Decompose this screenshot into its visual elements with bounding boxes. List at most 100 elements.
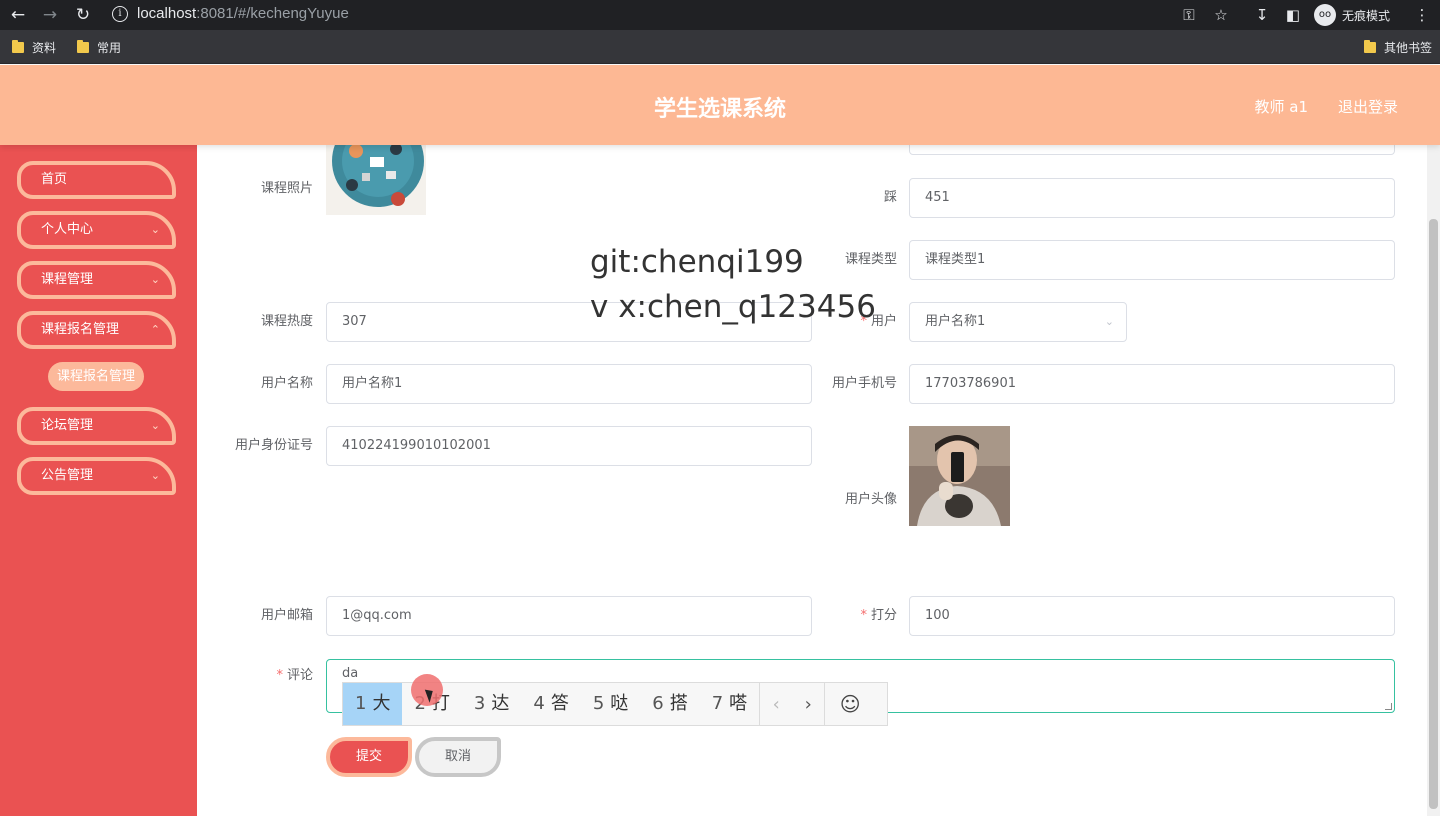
bookmarks-bar: 资料 常用 其他书签 xyxy=(0,30,1440,64)
sidebar-item-label: 论坛管理 xyxy=(41,418,94,433)
sidebar-item-label: 公告管理 xyxy=(41,468,94,483)
sidebar-item-label: 课程管理 xyxy=(41,272,94,287)
user-select[interactable]: 用户名称1 ⌄ xyxy=(909,302,1127,342)
key-icon[interactable]: ⚿ xyxy=(1178,4,1200,26)
bookmark-label: 常用 xyxy=(97,40,122,55)
course-type-input[interactable]: 课程类型1 xyxy=(909,240,1395,280)
cancel-button[interactable]: 取消 xyxy=(415,737,501,777)
score-label-text: 打分 xyxy=(870,608,897,623)
ime-candidate[interactable]: 6搭 xyxy=(640,683,699,725)
ime-candidate[interactable]: 3达 xyxy=(462,683,521,725)
chevron-down-icon: ⌄ xyxy=(1104,315,1114,328)
username-label: 用户名称 xyxy=(260,376,313,391)
incognito-icon: oo xyxy=(1314,4,1336,26)
menu-dots-icon[interactable]: ⋮ xyxy=(1411,4,1433,26)
reload-icon[interactable]: ↻ xyxy=(72,4,94,26)
other-bookmarks-label: 其他书签 xyxy=(1384,40,1433,55)
course-photo-label: 课程照片 xyxy=(260,181,313,196)
user-select-value: 用户名称1 xyxy=(925,314,986,329)
ime-candidate-number: 6 xyxy=(652,693,664,714)
ime-prev-page-icon[interactable]: ‹ xyxy=(760,694,792,715)
sidepanel-icon[interactable]: ◧ xyxy=(1282,4,1304,26)
watermark-line-2: v x:chen_q123456 xyxy=(590,289,876,325)
required-asterisk: * xyxy=(276,668,283,683)
folder-icon xyxy=(12,39,24,53)
other-bookmarks[interactable]: 其他书签 xyxy=(1364,38,1432,56)
folder-icon xyxy=(1364,39,1376,53)
sidebar-item-label: 首页 xyxy=(41,172,68,187)
ime-emoji-icon[interactable]: ☺ xyxy=(825,692,875,716)
comment-label: * 评论 xyxy=(213,666,313,686)
ime-candidate-number: 3 xyxy=(473,693,486,714)
ime-candidate[interactable]: 4答 xyxy=(521,683,580,725)
ime-candidate-text: 嗒 xyxy=(729,693,748,714)
url-host: localhost xyxy=(137,5,197,22)
email-input[interactable]: 1@qq.com xyxy=(326,596,812,636)
bookmark-label: 资料 xyxy=(32,40,57,55)
resize-grip[interactable] xyxy=(1385,703,1392,710)
cai-label: 踩 xyxy=(883,190,897,205)
bookmark-folder[interactable]: 常用 xyxy=(77,38,121,56)
cai-input[interactable]: 451 xyxy=(909,178,1395,218)
avatar-label: 用户头像 xyxy=(844,492,897,507)
logout-link[interactable]: 退出登录 xyxy=(1338,96,1398,117)
course-type-label: 课程类型 xyxy=(844,252,897,267)
scrollbar-thumb[interactable] xyxy=(1429,219,1438,809)
idcard-label: 用户身份证号 xyxy=(234,438,313,453)
phone-label: 用户手机号 xyxy=(831,376,897,391)
sidebar-item-personal-center[interactable]: 个人中心 ⌄ xyxy=(17,211,176,249)
chevron-down-icon: ⌄ xyxy=(150,223,160,236)
sidebar-item-home[interactable]: 首页 xyxy=(17,161,176,199)
course-photo[interactable] xyxy=(326,145,426,215)
ime-candidate-number: 5 xyxy=(592,693,605,714)
current-user: 教师 a1 xyxy=(1254,98,1308,116)
url-path: :8081/#/kechengYuyue xyxy=(196,5,349,22)
bookmark-folder[interactable]: 资料 xyxy=(12,38,56,56)
phone-input[interactable]: 17703786901 xyxy=(909,364,1395,404)
watermark-line-1: git:chenqi199 xyxy=(590,244,804,280)
ime-candidate-number: 1 xyxy=(355,693,367,714)
ime-next-page-icon[interactable]: › xyxy=(792,694,824,715)
cut-off-input[interactable] xyxy=(909,145,1395,155)
site-info-icon[interactable]: i xyxy=(112,6,128,22)
idcard-input[interactable]: 410224199010102001 xyxy=(326,426,812,466)
chevron-down-icon: ⌄ xyxy=(150,469,160,482)
ime-candidate[interactable]: 1大 xyxy=(343,683,403,725)
ime-candidate-text: 大 xyxy=(372,693,391,714)
chevron-up-icon: ⌃ xyxy=(150,323,160,336)
folder-icon xyxy=(77,39,89,53)
star-icon[interactable]: ☆ xyxy=(1210,4,1232,26)
incognito-badge[interactable]: oo 无痕模式 xyxy=(1314,3,1390,27)
score-input[interactable]: 100 xyxy=(909,596,1395,636)
ime-candidate-text: 答 xyxy=(550,693,569,714)
ime-candidate-text: 达 xyxy=(491,693,510,714)
required-asterisk: * xyxy=(860,608,867,623)
ime-candidate[interactable]: 7嗒 xyxy=(700,683,759,725)
sidebar-item-enrollment-management[interactable]: 课程报名管理 ⌃ xyxy=(17,311,176,349)
ime-candidate-text: 搭 xyxy=(669,693,688,714)
address-bar[interactable]: localhost:8081/#/kechengYuyue xyxy=(137,4,349,24)
comment-label-text: 评论 xyxy=(286,668,313,683)
user-avatar[interactable] xyxy=(909,426,1010,526)
sidebar-item-course-management[interactable]: 课程管理 ⌄ xyxy=(17,261,176,299)
sidebar-item-notice-management[interactable]: 公告管理 ⌄ xyxy=(17,457,176,495)
download-icon[interactable]: ↧ xyxy=(1251,4,1273,26)
incognito-label: 无痕模式 xyxy=(1342,8,1391,23)
sidebar-item-label: 课程报名管理 xyxy=(41,322,120,337)
submit-button[interactable]: 提交 xyxy=(326,737,412,777)
browser-toolbar: ← → ↻ i localhost:8081/#/kechengYuyue ⚿ … xyxy=(0,0,1440,30)
comment-textarea-value: da xyxy=(342,666,359,681)
score-label: * 打分 xyxy=(797,606,897,626)
chevron-down-icon: ⌄ xyxy=(150,419,160,432)
sidebar-item-label: 个人中心 xyxy=(41,222,94,237)
forward-icon[interactable]: → xyxy=(39,4,61,26)
sidebar-item-forum-management[interactable]: 论坛管理 ⌄ xyxy=(17,407,176,445)
page-scrollbar[interactable] xyxy=(1427,145,1440,816)
sidebar: 首页 个人中心 ⌄ 课程管理 ⌄ 课程报名管理 ⌃ 课程报名管理 论坛管理 ⌄ 公告管理… xyxy=(0,145,197,816)
app-title: 学生选课系统 xyxy=(653,97,786,122)
ime-candidate[interactable]: 5哒 xyxy=(581,683,640,725)
ime-candidate-number: 4 xyxy=(533,693,545,714)
back-icon[interactable]: ← xyxy=(7,4,29,26)
username-input[interactable]: 用户名称1 xyxy=(326,364,812,404)
submenu-enrollment-management[interactable]: 课程报名管理 xyxy=(48,362,144,391)
